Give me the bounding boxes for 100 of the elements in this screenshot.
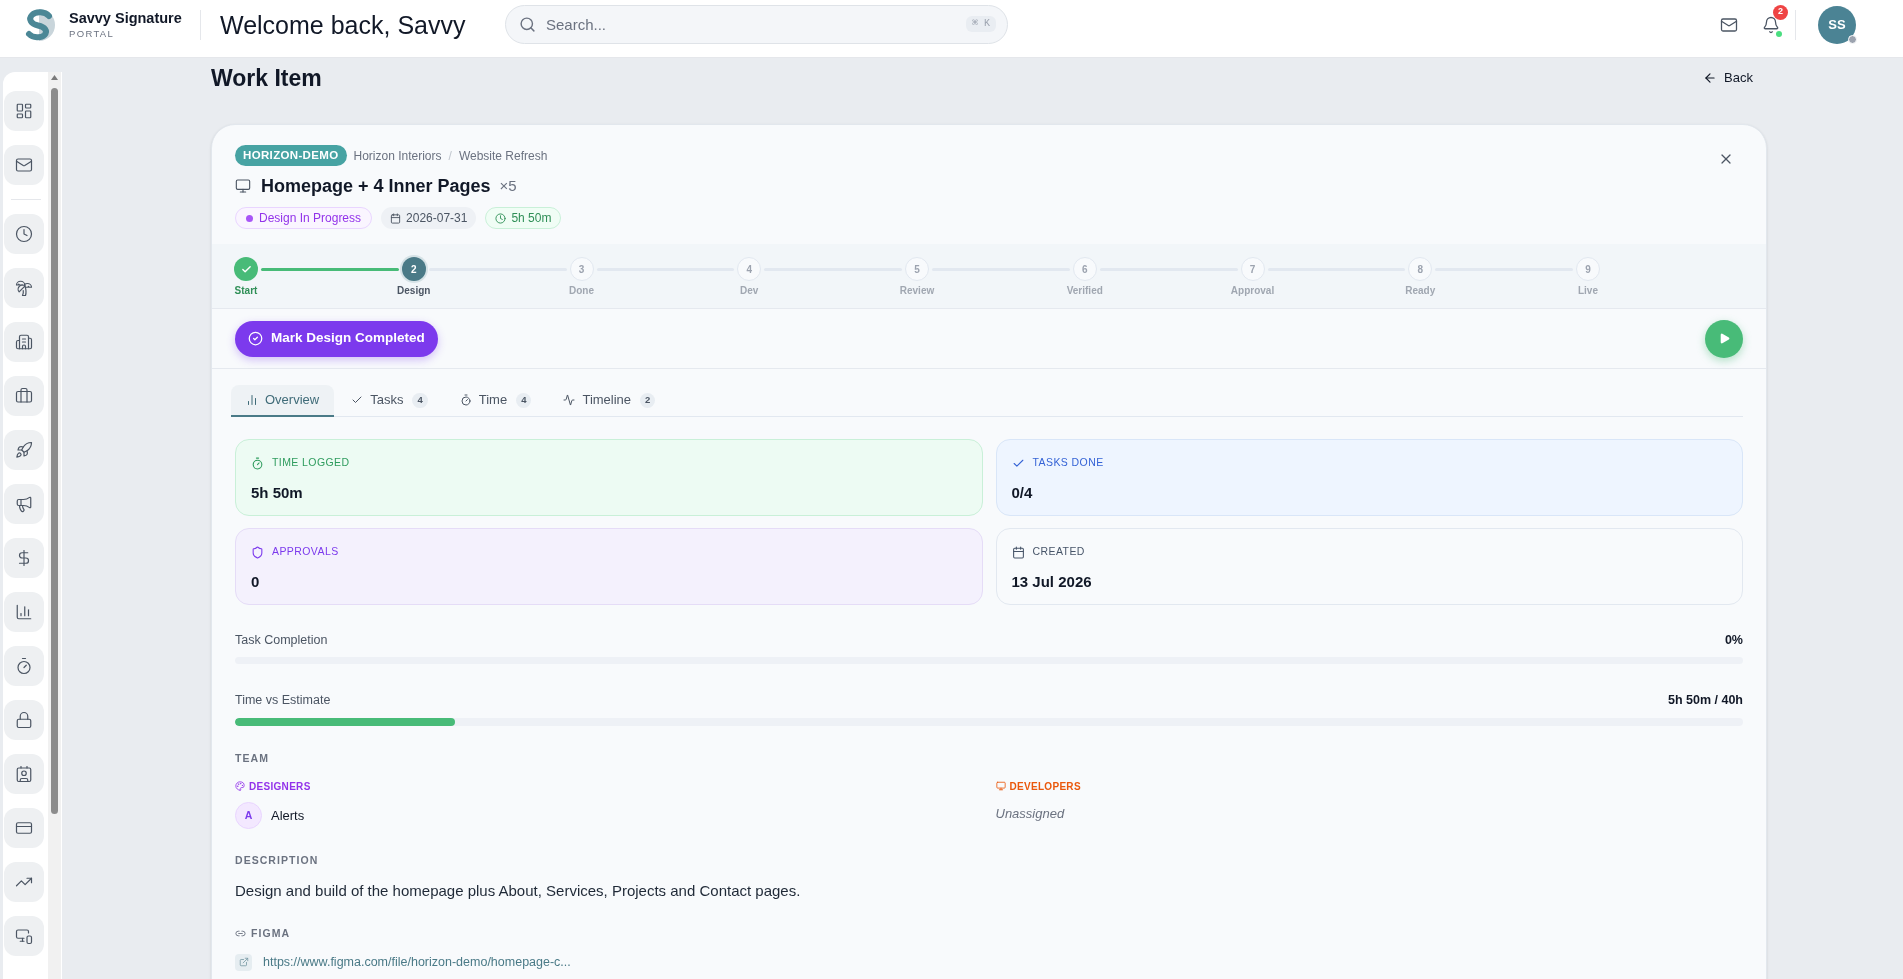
calendar-icon xyxy=(390,212,402,224)
work-item-title: Homepage + 4 Inner Pages xyxy=(261,174,491,198)
stat-label: APPROVALS xyxy=(272,544,339,560)
sidebar-button[interactable] xyxy=(4,646,44,686)
brand-name: Savvy Signature xyxy=(69,9,182,27)
back-button[interactable]: Back xyxy=(1703,68,1753,88)
sidebar-button[interactable] xyxy=(4,754,44,794)
external-link-icon xyxy=(235,953,252,971)
devices-icon xyxy=(15,927,33,945)
contact-card-icon xyxy=(15,765,33,783)
member-avatar: A xyxy=(235,802,262,829)
step-label: Dev xyxy=(740,284,759,297)
breadcrumb-link[interactable]: Horizon Interiors xyxy=(353,146,442,165)
palm-tree-icon xyxy=(15,279,33,297)
activity-icon xyxy=(563,394,576,406)
description-text: Design and build of the homepage plus About, Services, Projects and Contact pages. xyxy=(235,881,801,901)
dashboard-icon xyxy=(15,102,33,120)
sidebar-button[interactable] xyxy=(4,808,44,848)
stopwatch-icon xyxy=(251,456,264,470)
stat-label: TIME LOGGED xyxy=(272,455,350,471)
notification-count: 2 xyxy=(1773,4,1788,20)
sidebar-button[interactable] xyxy=(4,700,44,740)
tab[interactable]: Overview xyxy=(231,385,335,417)
member-name: Alerts xyxy=(271,806,305,825)
stat-value: 0 xyxy=(251,573,260,591)
page-title: Work Item xyxy=(211,63,322,93)
count-badge: 4 xyxy=(516,392,532,408)
sidebar-button[interactable] xyxy=(4,484,44,524)
bar-chart-icon xyxy=(246,394,258,406)
empty-team-text: Unassigned xyxy=(995,805,1065,824)
user-avatar[interactable]: SS xyxy=(1818,5,1856,44)
sidebar-button[interactable] xyxy=(4,322,44,362)
megaphone-icon xyxy=(15,495,33,513)
search-icon xyxy=(519,16,536,33)
credit-card-icon xyxy=(15,819,33,837)
step-label: Start xyxy=(234,284,258,297)
lock-icon xyxy=(15,711,33,729)
progress-label: Time vs Estimate xyxy=(235,691,331,709)
step-label: Review xyxy=(899,284,935,297)
clock-icon xyxy=(495,212,507,224)
step-label: Design xyxy=(397,284,431,297)
scrollbar[interactable] xyxy=(48,72,61,979)
arrow-left-icon xyxy=(1703,71,1718,85)
building-icon xyxy=(15,333,33,351)
sidebar-button[interactable] xyxy=(4,145,44,185)
palette-icon xyxy=(235,781,245,791)
sidebar-button[interactable] xyxy=(4,862,44,902)
sidebar-button[interactable] xyxy=(4,430,44,470)
brand-subtitle: PORTAL xyxy=(69,27,115,40)
check-icon xyxy=(240,263,252,275)
breadcrumb-link[interactable]: Website Refresh xyxy=(458,146,548,165)
tab[interactable]: Timeline 2 xyxy=(548,385,671,417)
breadcrumb-separator: / xyxy=(448,147,452,165)
clock-icon xyxy=(15,225,33,243)
bar-chart-icon xyxy=(15,603,33,621)
stopwatch-icon xyxy=(15,657,33,675)
step-label: Done xyxy=(569,284,594,297)
sidebar-button[interactable] xyxy=(4,268,44,308)
mail-icon xyxy=(1720,15,1738,34)
scroll-up-icon[interactable] xyxy=(51,75,58,80)
bell-icon xyxy=(1762,15,1780,34)
check-icon xyxy=(351,394,364,406)
section-heading: TEAM xyxy=(235,752,269,764)
sidebar-button[interactable] xyxy=(4,91,44,131)
quantity-label: ×5 xyxy=(499,175,517,196)
tab[interactable]: Time 4 xyxy=(444,385,547,417)
section-heading: DESCRIPTION xyxy=(235,854,319,866)
count-badge: 2 xyxy=(640,392,656,408)
team-group-label: DEVELOPERS xyxy=(1009,779,1081,794)
due-date-chip: 2026-07-31 xyxy=(381,207,477,229)
briefcase-icon xyxy=(15,387,33,405)
monitor-icon xyxy=(235,178,251,194)
team-group-label: DESIGNERS xyxy=(249,779,311,794)
step-label: Live xyxy=(1578,284,1598,297)
progress-reading: 0% xyxy=(1724,631,1743,649)
sidebar-button[interactable] xyxy=(4,538,44,578)
sidebar-button[interactable] xyxy=(4,376,44,416)
shield-icon xyxy=(251,545,264,559)
sidebar-button[interactable] xyxy=(4,214,44,254)
count-badge: 4 xyxy=(412,392,428,408)
rocket-icon xyxy=(15,441,33,459)
stat-label: CREATED xyxy=(1032,544,1085,560)
stat-value: 5h 50m xyxy=(251,484,303,502)
step-label: Verified xyxy=(1066,284,1103,297)
stopwatch-icon xyxy=(459,394,472,406)
stat-value: 13 Jul 2026 xyxy=(1011,573,1092,591)
circle-check-icon xyxy=(248,331,263,346)
project-tag: HORIZON-DEMO xyxy=(235,145,347,166)
section-heading: FIGMA xyxy=(251,927,291,939)
figma-link[interactable]: https://www.figma.com/file/horizon-demo/homepage-c... xyxy=(263,953,571,972)
progress-label: Task Completion xyxy=(235,631,328,649)
status-chip: Design In Progress xyxy=(235,207,373,229)
time-chip: 5h 50m xyxy=(485,207,562,229)
greeting-title: Welcome back, Savvy xyxy=(220,9,466,40)
sidebar-button[interactable] xyxy=(4,916,44,956)
mail-icon xyxy=(15,156,33,174)
mark-completed-button[interactable]: Mark Design Completed xyxy=(235,320,438,357)
tab[interactable]: Tasks 4 xyxy=(336,385,443,417)
progress-reading: 5h 50m / 40h xyxy=(1667,691,1743,709)
sidebar-button[interactable] xyxy=(4,592,44,632)
